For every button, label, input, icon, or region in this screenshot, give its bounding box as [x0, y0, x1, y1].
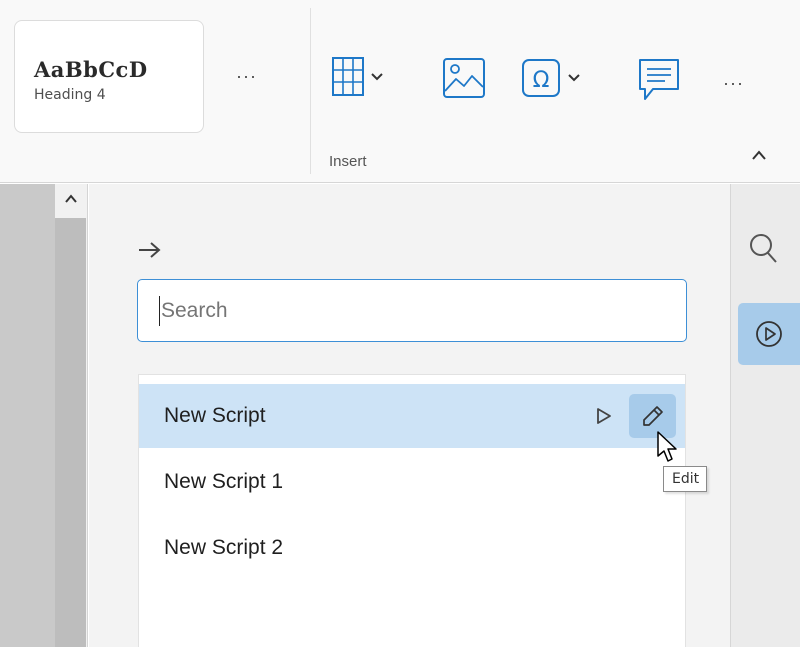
style-sample-text: AaBbCcD	[34, 57, 148, 82]
ribbon-group-divider	[310, 8, 311, 174]
script-item-new-script-1[interactable]: New Script 1	[139, 450, 685, 514]
script-item-new-script[interactable]: New Script	[139, 384, 685, 448]
play-circle-icon	[756, 321, 782, 347]
insert-group-label: Insert	[329, 153, 367, 170]
styles-more-button[interactable]: ···	[236, 67, 257, 85]
chevron-down-icon	[371, 73, 383, 81]
search-icon[interactable]	[748, 232, 778, 264]
style-name-label: Heading 4	[34, 87, 106, 103]
collapse-ribbon-chevron-up-icon[interactable]	[750, 148, 768, 162]
table-icon	[332, 57, 364, 96]
search-input[interactable]	[138, 280, 686, 341]
style-gallery-heading-4[interactable]: AaBbCcD Heading 4	[14, 20, 204, 133]
comment-icon	[639, 59, 679, 100]
svg-text:Ω: Ω	[533, 68, 550, 93]
mouse-pointer-icon	[657, 431, 677, 462]
insert-comment-button[interactable]	[637, 57, 681, 103]
play-icon[interactable]	[596, 407, 612, 425]
scripts-tab-button[interactable]	[738, 303, 800, 365]
insert-more-button[interactable]: ···	[723, 74, 744, 92]
scroll-up-chevron-icon[interactable]	[63, 192, 79, 206]
arrow-right-icon[interactable]	[137, 240, 163, 260]
script-item-label: New Script	[164, 404, 266, 427]
insert-table-button[interactable]	[331, 56, 384, 98]
script-search-field[interactable]	[137, 279, 687, 342]
document-margin-area	[0, 184, 55, 647]
script-item-label: New Script 2	[164, 536, 284, 559]
vertical-ruler-track[interactable]	[55, 218, 86, 647]
image-icon	[443, 58, 485, 98]
script-item-new-script-2[interactable]: New Script 2	[139, 516, 685, 580]
pencil-icon	[642, 406, 663, 426]
edit-tooltip: Edit	[663, 466, 708, 492]
script-list: New Script New Script 1 New Script 2	[138, 374, 686, 647]
insert-symbol-button[interactable]: Ω	[521, 58, 581, 98]
ribbon-toolbar: AaBbCcD Heading 4 ··· Ω ··· Insert	[0, 0, 800, 183]
insert-image-button[interactable]	[442, 57, 486, 99]
omega-symbol-icon: Ω	[522, 59, 560, 97]
script-item-label: New Script 1	[164, 470, 284, 493]
text-caret	[159, 296, 160, 326]
chevron-down-icon	[568, 74, 580, 82]
